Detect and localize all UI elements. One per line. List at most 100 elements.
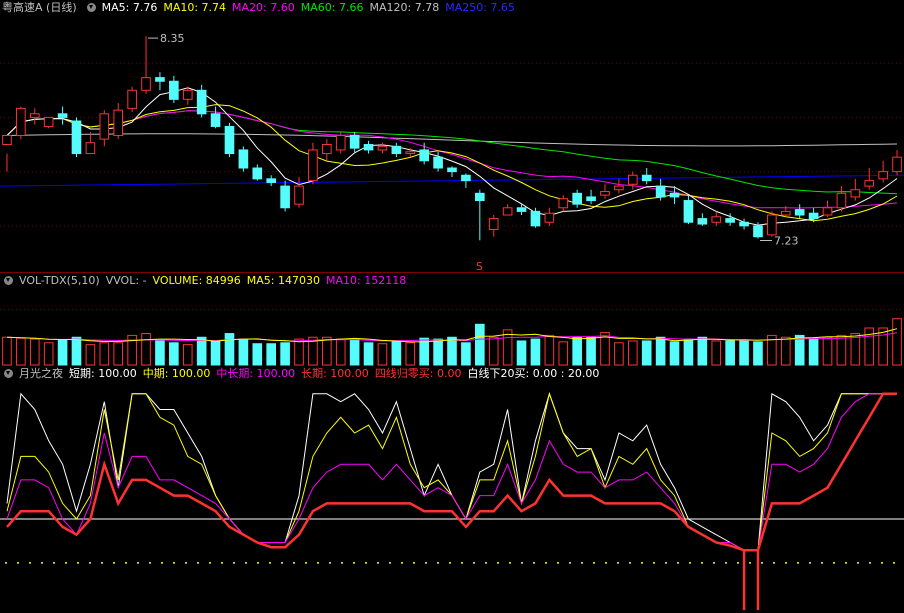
zero-dot bbox=[857, 561, 859, 564]
zero-dot bbox=[233, 561, 235, 564]
volume-bar-down bbox=[252, 343, 263, 366]
zero-dot bbox=[581, 561, 583, 564]
volume-bar-up bbox=[822, 336, 833, 366]
zero-dot bbox=[125, 561, 127, 564]
volume-header: VOL-TDX(5,10) VVOL: - VOLUME: 84996 MA5: 14… bbox=[0, 273, 412, 289]
volume-bar-down bbox=[266, 343, 277, 366]
zero-dot bbox=[377, 561, 379, 564]
candle-down bbox=[655, 185, 666, 198]
candle-down bbox=[725, 218, 735, 223]
volume-bar-up bbox=[43, 342, 54, 366]
volume-bar-up bbox=[335, 338, 346, 366]
candle-up bbox=[488, 218, 499, 230]
volume-bar-down bbox=[447, 336, 457, 366]
indicator-panel[interactable]: 月光之夜 短期: 100.00 中期: 100.00 中长期: 100.00 长期: 1… bbox=[0, 366, 904, 613]
mid-term-line bbox=[6, 391, 897, 551]
zero-dot bbox=[761, 561, 763, 564]
dropdown-icon[interactable] bbox=[4, 369, 13, 378]
volume-panel[interactable]: VOL-TDX(5,10) VVOL: - VOLUME: 84996 MA5: 14… bbox=[0, 273, 904, 366]
dropdown-icon[interactable] bbox=[4, 276, 13, 285]
vol-ma10-readout: MA10: 152118 bbox=[326, 274, 407, 287]
volume-bar-down bbox=[753, 341, 763, 366]
candle-up bbox=[711, 216, 722, 223]
zero-dot bbox=[41, 561, 43, 564]
zero-dot bbox=[569, 561, 571, 564]
volume-bar-up bbox=[182, 344, 193, 366]
volume-bar-up bbox=[322, 336, 332, 366]
price-header: 粤高速A (日线) MA5: 7.76 MA10: 7.74 MA20: 7.60 MA… bbox=[0, 0, 521, 16]
low-price-label: 7.23 bbox=[774, 235, 799, 248]
ma120-readout: MA120: 7.78 bbox=[369, 1, 440, 14]
ma20-line bbox=[6, 110, 898, 209]
zero-dot bbox=[221, 561, 223, 564]
zero-dot bbox=[365, 561, 367, 564]
candle-up bbox=[2, 134, 12, 146]
candle-up bbox=[29, 113, 40, 118]
volume-bar-down bbox=[224, 333, 235, 366]
zero-dot bbox=[797, 561, 799, 564]
price-chart-panel[interactable]: 粤高速A (日线) MA5: 7.76 MA10: 7.74 MA20: 7.60 MA… bbox=[0, 0, 904, 272]
zero-dot bbox=[161, 561, 163, 564]
candle-up bbox=[322, 144, 332, 155]
zero-dot bbox=[425, 561, 427, 564]
zero-dot bbox=[293, 561, 295, 564]
zero-dot bbox=[665, 561, 667, 564]
ma5-line bbox=[6, 87, 898, 226]
volume-bar-down bbox=[641, 340, 652, 366]
volume-bar-up bbox=[99, 342, 110, 366]
dropdown-icon[interactable] bbox=[86, 3, 96, 12]
candle-down bbox=[252, 167, 263, 180]
volume-bar-up bbox=[850, 333, 861, 366]
zero-dot bbox=[305, 561, 307, 564]
volume-bar-up bbox=[627, 340, 638, 366]
volume-bar-down bbox=[683, 338, 694, 366]
candle-up bbox=[127, 89, 137, 109]
volume-bar-up bbox=[405, 342, 416, 366]
candle-down bbox=[586, 196, 596, 202]
volume-bar-down bbox=[169, 342, 179, 366]
volume-bar-down bbox=[391, 340, 402, 366]
zero-dot bbox=[389, 561, 391, 564]
zero-dot bbox=[185, 561, 187, 564]
zero-dot bbox=[29, 561, 31, 564]
candle-up bbox=[822, 207, 833, 216]
zero-dot bbox=[353, 561, 355, 564]
zero-dot bbox=[617, 561, 619, 564]
vvol-readout: VVOL: - bbox=[105, 274, 147, 287]
ma250-readout: MA250: 7.65 bbox=[445, 1, 515, 14]
zero-dot bbox=[689, 561, 691, 564]
candle-down bbox=[516, 207, 527, 212]
volume-bar-down bbox=[349, 338, 360, 366]
midlong-readout: 中长期: 100.00 bbox=[216, 367, 296, 380]
zero-dot bbox=[329, 561, 331, 564]
candle-down bbox=[238, 149, 249, 169]
candle-up bbox=[614, 185, 624, 191]
volume-bar-down bbox=[475, 323, 485, 366]
volume-bar-up bbox=[711, 340, 722, 366]
volume-bar-up bbox=[2, 336, 12, 366]
volume-bar-down bbox=[669, 341, 680, 366]
volume-bar-up bbox=[558, 341, 569, 366]
candle-down bbox=[433, 156, 443, 169]
zero-dot bbox=[461, 561, 463, 564]
candle-up bbox=[294, 185, 304, 205]
volume-bar-down bbox=[655, 336, 666, 366]
vol-ma5-line bbox=[6, 328, 898, 343]
candle-up bbox=[113, 109, 124, 136]
zero-dot bbox=[473, 561, 475, 564]
zero-dot bbox=[521, 561, 523, 564]
zero-dot bbox=[65, 561, 67, 564]
indicator-header: 月光之夜 短期: 100.00 中期: 100.00 中长期: 100.00 长期: 1… bbox=[0, 366, 605, 382]
candle-up bbox=[558, 198, 569, 209]
zero-dot bbox=[401, 561, 403, 564]
zero-dot bbox=[89, 561, 91, 564]
candle-down bbox=[419, 149, 429, 162]
stock-title: 粤高速A (日线) bbox=[2, 1, 77, 14]
candle-up bbox=[836, 192, 847, 209]
sell-signal: S bbox=[476, 260, 483, 272]
candle-up bbox=[780, 210, 791, 216]
zero-dot bbox=[269, 561, 271, 564]
zero-dot bbox=[593, 561, 595, 564]
zero-dot bbox=[173, 561, 175, 564]
zero-dot bbox=[545, 561, 547, 564]
